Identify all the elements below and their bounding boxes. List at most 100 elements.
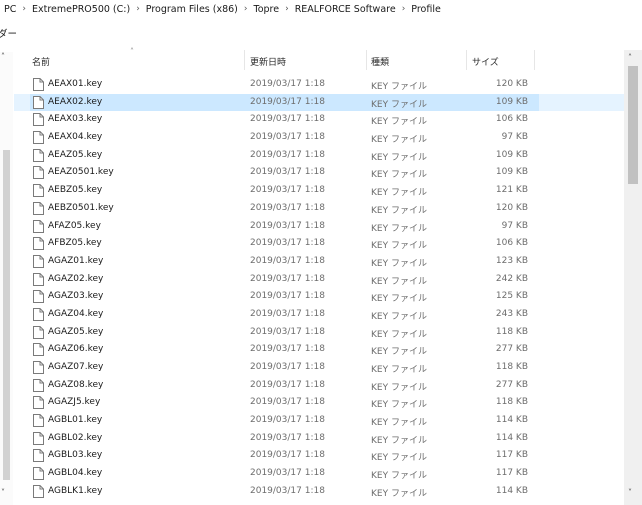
file-size: 277 KB xyxy=(495,379,528,390)
file-row[interactable]: AGBL03.key 2019/03/17 1:18 KEY ファイル 117 KB xyxy=(14,447,624,465)
file-type: KEY ファイル xyxy=(371,418,427,429)
file-type: KEY ファイル xyxy=(371,223,427,234)
breadcrumb-item[interactable]: ExtremePRO500 (C:) xyxy=(32,4,130,15)
file-row[interactable]: AEAX04.key 2019/03/17 1:18 KEY ファイル 97 KB xyxy=(14,129,624,147)
file-size: 121 KB xyxy=(495,185,528,196)
file-row[interactable]: AGAZ06.key 2019/03/17 1:18 KEY ファイル 277 KB xyxy=(14,341,624,359)
file-name: AEAX03.key xyxy=(48,114,103,125)
file-name: AEAX02.key xyxy=(48,96,103,107)
toolbar-folder-label[interactable]: ダー xyxy=(0,24,60,42)
file-name: AGAZJ5.key xyxy=(48,397,101,408)
file-row[interactable]: AFBZ05.key 2019/03/17 1:18 KEY ファイル 106 KB xyxy=(14,235,624,253)
file-size: 117 KB xyxy=(495,450,528,461)
file-icon xyxy=(33,290,44,304)
file-row[interactable]: AGBL02.key 2019/03/17 1:18 KEY ファイル 114 KB xyxy=(14,430,624,448)
file-row[interactable]: AEBZ0501.key 2019/03/17 1:18 KEY ファイル 120 K… xyxy=(14,200,624,218)
file-row[interactable]: AGBL01.key 2019/03/17 1:18 KEY ファイル 114 KB xyxy=(14,412,624,430)
breadcrumb-separator-icon[interactable]: › xyxy=(285,4,289,14)
file-date: 2019/03/17 1:18 xyxy=(250,344,325,355)
breadcrumb-item[interactable]: Profile xyxy=(411,4,441,15)
scroll-down-arrow-icon[interactable]: ˅ xyxy=(628,488,632,497)
file-icon xyxy=(33,201,44,215)
file-row[interactable]: AGAZ02.key 2019/03/17 1:18 KEY ファイル 242 KB xyxy=(14,271,624,289)
file-size: 106 KB xyxy=(495,114,528,125)
file-name: AGAZ05.key xyxy=(48,326,104,337)
file-type: KEY ファイル xyxy=(371,152,427,163)
file-type: KEY ファイル xyxy=(371,311,427,322)
nav-scroll-down-icon[interactable]: ˅ xyxy=(1,488,5,497)
file-type: KEY ファイル xyxy=(371,400,427,411)
file-date: 2019/03/17 1:18 xyxy=(250,96,325,107)
breadcrumb-item[interactable]: Topre xyxy=(254,4,280,15)
file-date: 2019/03/17 1:18 xyxy=(250,273,325,284)
file-icon xyxy=(33,237,44,251)
file-icon xyxy=(33,254,44,268)
scrollbar-thumb[interactable] xyxy=(628,66,638,184)
file-date: 2019/03/17 1:18 xyxy=(250,185,325,196)
file-row[interactable]: AGAZ01.key 2019/03/17 1:18 KEY ファイル 123 KB xyxy=(14,253,624,271)
column-header-date[interactable]: 更新日時 xyxy=(250,55,286,68)
nav-scrollbar-thumb[interactable] xyxy=(3,150,10,480)
column-divider[interactable] xyxy=(244,50,245,70)
file-size: 106 KB xyxy=(495,238,528,249)
file-row[interactable]: AEAZ05.key 2019/03/17 1:18 KEY ファイル 109 KB xyxy=(14,147,624,165)
column-header-size[interactable]: サイズ xyxy=(472,55,499,68)
file-date: 2019/03/17 1:18 xyxy=(250,326,325,337)
file-icon xyxy=(33,95,44,109)
file-icon xyxy=(33,148,44,162)
toolbar-label: ダー xyxy=(0,29,18,40)
file-row[interactable]: AEAZ0501.key 2019/03/17 1:18 KEY ファイル 109 K… xyxy=(14,164,624,182)
file-icon xyxy=(33,484,44,498)
column-divider[interactable] xyxy=(534,50,535,70)
file-list: AEAX01.key 2019/03/17 1:18 KEY ファイル 120 KB A… xyxy=(14,76,624,501)
file-size: 242 KB xyxy=(495,273,528,284)
file-name: AEBZ0501.key xyxy=(48,202,114,213)
file-name: AEAZ05.key xyxy=(48,149,103,160)
file-row[interactable]: AGAZ05.key 2019/03/17 1:18 KEY ファイル 118 KB xyxy=(14,324,624,342)
column-divider[interactable] xyxy=(366,50,367,70)
file-type: KEY ファイル xyxy=(371,347,427,358)
breadcrumb-item[interactable]: Program Files (x86) xyxy=(146,4,238,15)
column-divider[interactable] xyxy=(466,50,467,70)
file-row[interactable]: AGAZ08.key 2019/03/17 1:18 KEY ファイル 277 KB xyxy=(14,377,624,395)
file-icon xyxy=(33,378,44,392)
file-row[interactable]: AFAZ05.key 2019/03/17 1:18 KEY ファイル 97 KB xyxy=(14,218,624,236)
file-row[interactable]: AGAZ07.key 2019/03/17 1:18 KEY ファイル 118 KB xyxy=(14,359,624,377)
file-row[interactable]: AGAZJ5.key 2019/03/17 1:18 KEY ファイル 118 KB xyxy=(14,394,624,412)
file-date: 2019/03/17 1:18 xyxy=(250,450,325,461)
file-row[interactable]: AGAZ03.key 2019/03/17 1:18 KEY ファイル 125 KB xyxy=(14,288,624,306)
file-icon xyxy=(33,396,44,410)
breadcrumb-separator-icon[interactable]: › xyxy=(244,4,248,14)
file-row[interactable]: AGBL04.key 2019/03/17 1:18 KEY ファイル 117 KB xyxy=(14,465,624,483)
file-type: KEY ファイル xyxy=(371,471,427,482)
nav-scroll-up-icon[interactable]: ˄ xyxy=(1,52,5,61)
breadcrumb-item[interactable]: REALFORCE Software xyxy=(295,4,396,15)
file-row[interactable]: AGBLK1.key 2019/03/17 1:18 KEY ファイル 114 KB xyxy=(14,483,624,501)
file-row[interactable]: AEBZ05.key 2019/03/17 1:18 KEY ファイル 121 KB xyxy=(14,182,624,200)
file-name: AGAZ07.key xyxy=(48,362,104,372)
file-date: 2019/03/17 1:18 xyxy=(250,220,325,231)
file-icon xyxy=(33,166,44,180)
file-type: KEY ファイル xyxy=(371,453,427,464)
file-row[interactable]: AEAX01.key 2019/03/17 1:18 KEY ファイル 120 KB xyxy=(14,76,624,94)
file-icon xyxy=(33,113,44,127)
breadcrumb-separator-icon[interactable]: › xyxy=(402,4,406,14)
breadcrumb-item[interactable]: PC xyxy=(4,4,16,15)
file-row[interactable]: AGAZ04.key 2019/03/17 1:18 KEY ファイル 243 KB xyxy=(14,306,624,324)
column-header-type[interactable]: 種類 xyxy=(371,55,389,68)
breadcrumb: PC › ExtremePRO500 (C:) › Program Files (x86… xyxy=(0,0,642,18)
file-type: KEY ファイル xyxy=(371,294,427,305)
file-row[interactable]: AEAX03.key 2019/03/17 1:18 KEY ファイル 106 KB xyxy=(14,111,624,129)
file-row[interactable]: AEAX02.key 2019/03/17 1:18 KEY ファイル 109 KB xyxy=(14,93,624,112)
file-size: 125 KB xyxy=(495,291,528,302)
file-size: 109 KB xyxy=(495,167,528,178)
breadcrumb-separator-icon[interactable]: › xyxy=(22,4,26,14)
file-date: 2019/03/17 1:18 xyxy=(250,362,325,372)
file-icon xyxy=(33,78,44,91)
file-size: 120 KB xyxy=(495,202,528,213)
breadcrumb-separator-icon[interactable]: › xyxy=(136,4,140,14)
scroll-up-arrow-icon[interactable]: ˄ xyxy=(628,53,632,62)
file-name: AEAX01.key xyxy=(48,79,103,89)
column-header-name[interactable]: 名前 xyxy=(32,55,50,68)
file-icon xyxy=(33,449,44,463)
